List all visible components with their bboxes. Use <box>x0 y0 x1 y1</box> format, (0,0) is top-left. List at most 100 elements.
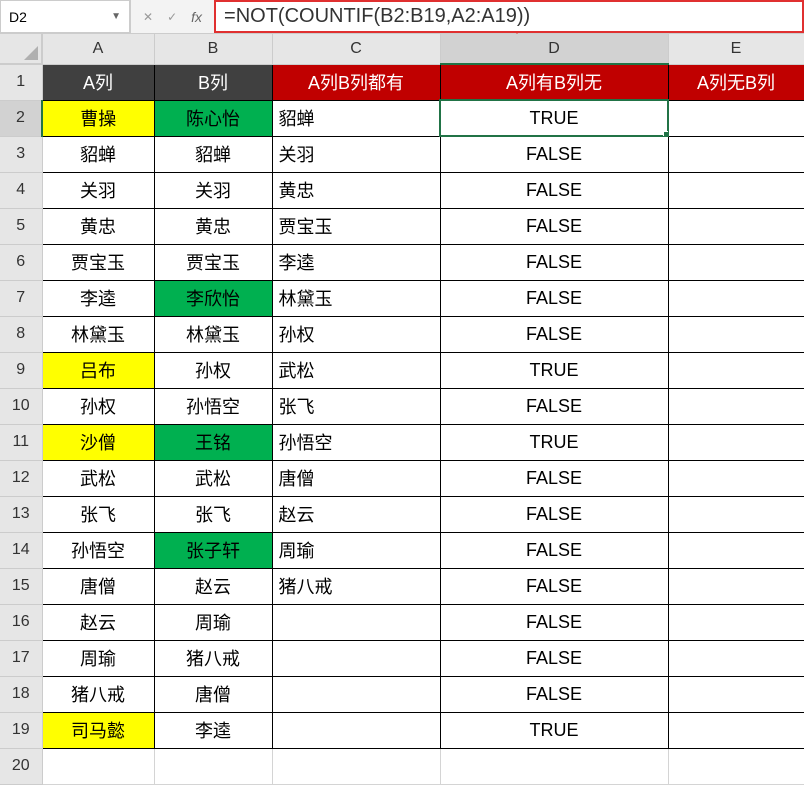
row-header[interactable]: 4 <box>0 172 42 208</box>
row-header[interactable]: 2 <box>0 100 42 136</box>
cell-C12[interactable]: 唐僧 <box>272 460 440 496</box>
cell-C14[interactable]: 周瑜 <box>272 532 440 568</box>
cell-B14[interactable]: 张子轩 <box>154 532 272 568</box>
cell-D20[interactable] <box>440 748 668 784</box>
cell-E8[interactable] <box>668 316 804 352</box>
enter-icon[interactable]: ✓ <box>167 10 177 24</box>
cell-D2[interactable]: TRUE <box>440 100 668 136</box>
cell-D8[interactable]: FALSE <box>440 316 668 352</box>
cell-C3[interactable]: 关羽 <box>272 136 440 172</box>
fx-icon[interactable]: fx <box>191 9 202 25</box>
cell-D17[interactable]: FALSE <box>440 640 668 676</box>
formula-input[interactable]: =NOT(COUNTIF(B2:B19,A2:A19)) <box>214 0 804 33</box>
cell-C9[interactable]: 武松 <box>272 352 440 388</box>
cell-B6[interactable]: 贾宝玉 <box>154 244 272 280</box>
name-box[interactable]: D2 ▼ <box>0 0 130 33</box>
row-header[interactable]: 19 <box>0 712 42 748</box>
cell-A6[interactable]: 贾宝玉 <box>42 244 154 280</box>
cell-E4[interactable] <box>668 172 804 208</box>
cell-C2[interactable]: 貂蝉 <box>272 100 440 136</box>
cell-C17[interactable] <box>272 640 440 676</box>
cell-C8[interactable]: 孙权 <box>272 316 440 352</box>
row-header[interactable]: 5 <box>0 208 42 244</box>
row-header[interactable]: 9 <box>0 352 42 388</box>
row-header[interactable]: 13 <box>0 496 42 532</box>
cell-C5[interactable]: 贾宝玉 <box>272 208 440 244</box>
cell-C4[interactable]: 黄忠 <box>272 172 440 208</box>
cell-E16[interactable] <box>668 604 804 640</box>
cell-A9[interactable]: 吕布 <box>42 352 154 388</box>
cell-A7[interactable]: 李逵 <box>42 280 154 316</box>
cell-D4[interactable]: FALSE <box>440 172 668 208</box>
col-header-E[interactable]: E <box>668 34 804 64</box>
cell-B8[interactable]: 林黛玉 <box>154 316 272 352</box>
cell-A2[interactable]: 曹操 <box>42 100 154 136</box>
cell-B7[interactable]: 李欣怡 <box>154 280 272 316</box>
cell-D13[interactable]: FALSE <box>440 496 668 532</box>
row-header[interactable]: 18 <box>0 676 42 712</box>
cell-E2[interactable] <box>668 100 804 136</box>
cell-D16[interactable]: FALSE <box>440 604 668 640</box>
cell-D15[interactable]: FALSE <box>440 568 668 604</box>
cancel-icon[interactable]: ✕ <box>143 10 153 24</box>
cell-E6[interactable] <box>668 244 804 280</box>
cell-A17[interactable]: 周瑜 <box>42 640 154 676</box>
cell-D14[interactable]: FALSE <box>440 532 668 568</box>
row-header[interactable]: 12 <box>0 460 42 496</box>
cell-E7[interactable] <box>668 280 804 316</box>
cell-D1[interactable]: A列有B列无 <box>440 64 668 100</box>
cell-B9[interactable]: 孙权 <box>154 352 272 388</box>
cell-B2[interactable]: 陈心怡 <box>154 100 272 136</box>
col-header-B[interactable]: B <box>154 34 272 64</box>
cell-A4[interactable]: 关羽 <box>42 172 154 208</box>
cell-E1[interactable]: A列无B列 <box>668 64 804 100</box>
cell-A1[interactable]: A列 <box>42 64 154 100</box>
cell-B4[interactable]: 关羽 <box>154 172 272 208</box>
cell-E18[interactable] <box>668 676 804 712</box>
cell-C15[interactable]: 猪八戒 <box>272 568 440 604</box>
row-header[interactable]: 16 <box>0 604 42 640</box>
cell-B12[interactable]: 武松 <box>154 460 272 496</box>
cell-B18[interactable]: 唐僧 <box>154 676 272 712</box>
cell-E3[interactable] <box>668 136 804 172</box>
cell-D5[interactable]: FALSE <box>440 208 668 244</box>
cell-A14[interactable]: 孙悟空 <box>42 532 154 568</box>
col-header-C[interactable]: C <box>272 34 440 64</box>
cell-A13[interactable]: 张飞 <box>42 496 154 532</box>
cell-D6[interactable]: FALSE <box>440 244 668 280</box>
cell-C13[interactable]: 赵云 <box>272 496 440 532</box>
cell-E5[interactable] <box>668 208 804 244</box>
cell-D3[interactable]: FALSE <box>440 136 668 172</box>
cell-A15[interactable]: 唐僧 <box>42 568 154 604</box>
cell-D11[interactable]: TRUE <box>440 424 668 460</box>
cell-A16[interactable]: 赵云 <box>42 604 154 640</box>
col-header-D[interactable]: D <box>440 34 668 64</box>
cell-B13[interactable]: 张飞 <box>154 496 272 532</box>
cell-A18[interactable]: 猪八戒 <box>42 676 154 712</box>
cell-B1[interactable]: B列 <box>154 64 272 100</box>
col-header-A[interactable]: A <box>42 34 154 64</box>
cell-E11[interactable] <box>668 424 804 460</box>
row-header[interactable]: 3 <box>0 136 42 172</box>
cell-D18[interactable]: FALSE <box>440 676 668 712</box>
cell-C11[interactable]: 孙悟空 <box>272 424 440 460</box>
row-header[interactable]: 17 <box>0 640 42 676</box>
cell-D12[interactable]: FALSE <box>440 460 668 496</box>
row-header[interactable]: 15 <box>0 568 42 604</box>
row-header[interactable]: 8 <box>0 316 42 352</box>
cell-E12[interactable] <box>668 460 804 496</box>
cell-E10[interactable] <box>668 388 804 424</box>
cell-B19[interactable]: 李逵 <box>154 712 272 748</box>
row-header[interactable]: 10 <box>0 388 42 424</box>
cell-E9[interactable] <box>668 352 804 388</box>
row-header[interactable]: 11 <box>0 424 42 460</box>
row-header[interactable]: 20 <box>0 748 42 784</box>
cell-B20[interactable] <box>154 748 272 784</box>
cell-B10[interactable]: 孙悟空 <box>154 388 272 424</box>
cell-B3[interactable]: 貂蝉 <box>154 136 272 172</box>
cell-A12[interactable]: 武松 <box>42 460 154 496</box>
cell-A8[interactable]: 林黛玉 <box>42 316 154 352</box>
cell-C1[interactable]: A列B列都有 <box>272 64 440 100</box>
row-header[interactable]: 6 <box>0 244 42 280</box>
cell-B15[interactable]: 赵云 <box>154 568 272 604</box>
